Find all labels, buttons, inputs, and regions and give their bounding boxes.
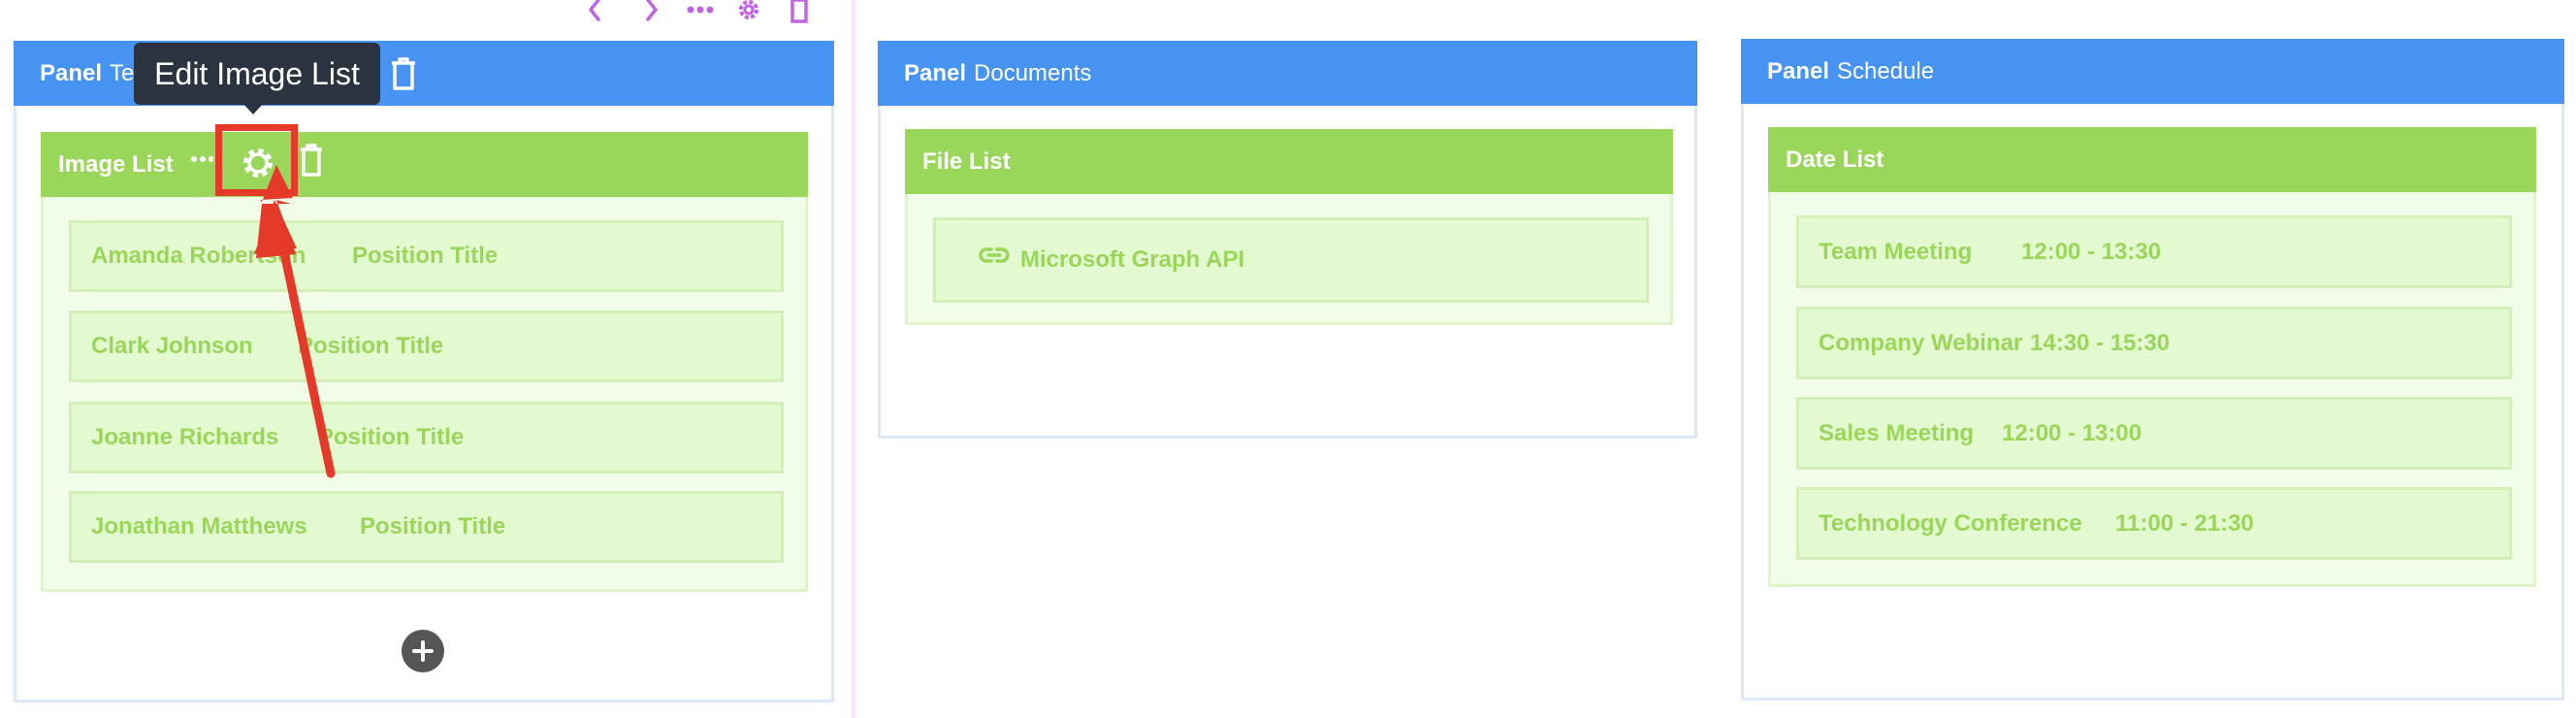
date-item-time: 12:00 - 13:30: [2021, 238, 2162, 265]
panel-label: Panel: [40, 59, 103, 86]
tooltip-arrow: [242, 103, 264, 114]
date-item-time: 11:00 - 21:30: [2115, 509, 2254, 537]
more-dots-icon[interactable]: [190, 153, 213, 165]
element-toolbar: [577, 0, 829, 23]
link-icon: [979, 247, 1010, 263]
date-item-time: 12:00 - 13:00: [2002, 419, 2142, 446]
panel-label: Panel: [1767, 57, 1830, 84]
date-item[interactable]: Technology Conference 11:00 - 21:30: [1796, 487, 2512, 560]
date-item[interactable]: Team Meeting 12:00 - 13:30: [1796, 215, 2512, 288]
item-position: Position Title: [298, 333, 444, 359]
item-name: Joanne Richards: [91, 424, 279, 450]
column-divider: [852, 0, 855, 718]
tooltip-text: Edit Image List: [154, 55, 360, 91]
date-item-event: Sales Meeting: [1819, 419, 1975, 446]
trash-icon[interactable]: [783, 0, 816, 23]
date-item[interactable]: Sales Meeting 12:00 - 13:00: [1796, 397, 2512, 470]
list-item[interactable]: Amanda Robertson Position Title: [69, 220, 784, 292]
file-list-header: File List: [905, 129, 1673, 194]
date-item-time: 14:30 - 15:30: [2030, 329, 2171, 356]
list-item[interactable]: Joanne Richards Position Title: [69, 402, 784, 473]
file-item[interactable]: Microsoft Graph API: [933, 217, 1649, 303]
image-list-title: Image List: [58, 150, 174, 178]
add-button[interactable]: [402, 630, 444, 672]
item-position: Position Title: [318, 424, 465, 450]
image-list[interactable]: Image List Amanda Robertson Position Tit…: [41, 132, 808, 592]
panel-title: Schedule: [1837, 57, 1935, 84]
panel-title: Documents: [974, 59, 1092, 86]
panel-schedule[interactable]: Panel Schedule Date List Team Meeting 12…: [1741, 39, 2564, 701]
item-name: Jonathan Matthews: [91, 513, 307, 539]
more-dots-icon[interactable]: [684, 0, 717, 23]
gear-icon[interactable]: [732, 0, 765, 23]
image-list-header: Image List: [41, 132, 808, 197]
list-item[interactable]: Clark Johnson Position Title: [69, 310, 784, 382]
chevron-left-icon[interactable]: [579, 0, 612, 23]
plus-icon: [412, 640, 434, 662]
panel-header: Panel Schedule: [1741, 39, 2564, 104]
panel-label: Panel: [904, 59, 967, 86]
date-list[interactable]: Date List Team Meeting 12:00 - 13:30 Com…: [1768, 127, 2536, 587]
file-item-label: Microsoft Graph API: [1020, 246, 1245, 273]
chevron-right-icon[interactable]: [635, 0, 668, 23]
date-item-event: Technology Conference: [1819, 509, 2082, 537]
date-list-header: Date List: [1768, 127, 2536, 192]
panel-documents[interactable]: Panel Documents File List Microsoft Grap…: [878, 41, 1697, 439]
trash-icon[interactable]: [388, 55, 419, 92]
date-list-title: Date List: [1786, 146, 1884, 173]
trash-icon[interactable]: [298, 142, 325, 179]
date-item[interactable]: Company Webinar 14:30 - 15:30: [1796, 307, 2512, 379]
list-item[interactable]: Jonathan Matthews Position Title: [69, 491, 784, 563]
file-list-title: File List: [922, 147, 1011, 175]
highlight-box: [215, 124, 298, 196]
item-position: Position Title: [352, 243, 499, 269]
item-name: Amanda Robertson: [91, 243, 306, 269]
panel-team[interactable]: Panel Team Image List Amanda Robertson P…: [14, 41, 834, 702]
panel-header: Panel Documents: [878, 41, 1697, 106]
item-name: Clark Johnson: [91, 333, 253, 359]
date-item-event: Team Meeting: [1819, 238, 1973, 265]
file-list[interactable]: File List Microsoft Graph API: [905, 129, 1673, 325]
date-item-event: Company Webinar: [1819, 329, 2023, 356]
tooltip: Edit Image List: [134, 43, 380, 105]
item-position: Position Title: [360, 513, 506, 539]
